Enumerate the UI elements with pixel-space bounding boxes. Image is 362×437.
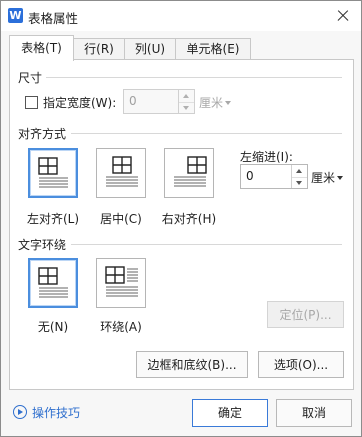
chevron-up-icon xyxy=(296,169,302,173)
borders-and-shading-button[interactable]: 边框和底纹(B)... xyxy=(136,351,248,378)
specify-width-label: 指定宽度(W): xyxy=(43,96,117,110)
table-align-left-icon xyxy=(38,157,68,188)
chevron-down-icon xyxy=(183,106,189,110)
wrap-none-label: 无(N) xyxy=(37,320,69,334)
dialog-title: 表格属性 xyxy=(28,11,79,26)
caret-down-icon xyxy=(225,101,232,105)
section-size-label: 尺寸 xyxy=(18,71,43,85)
chevron-down-icon xyxy=(296,181,302,185)
wrap-around-option[interactable] xyxy=(96,258,146,308)
play-circle-icon xyxy=(13,405,27,419)
table-align-center-icon xyxy=(106,156,138,187)
align-center-option[interactable] xyxy=(96,148,146,198)
divider xyxy=(71,244,342,245)
section-wrapping-label: 文字环绕 xyxy=(18,238,67,252)
align-right-label: 右对齐(H) xyxy=(161,212,217,226)
caret-down-icon xyxy=(337,176,344,180)
position-button[interactable]: 定位(P)... xyxy=(267,301,344,328)
align-left-label: 左对齐(L) xyxy=(26,212,80,226)
divider xyxy=(46,77,342,78)
tab-column[interactable]: 列(U) xyxy=(124,38,176,60)
left-indent-unit-label: 厘米 xyxy=(311,171,336,185)
left-indent-unit-dropdown[interactable]: 厘米 xyxy=(311,169,344,186)
left-indent-spinbox[interactable]: 0 xyxy=(240,164,308,189)
width-spinbox[interactable]: 0 xyxy=(123,89,195,114)
cancel-button[interactable]: 取消 xyxy=(276,399,352,427)
chevron-up-icon xyxy=(183,94,189,98)
close-icon[interactable] xyxy=(332,5,354,27)
wrap-none-icon xyxy=(38,267,68,298)
wps-writer-icon: W xyxy=(8,8,23,23)
width-unit-dropdown[interactable]: 厘米 xyxy=(199,94,232,111)
align-right-option[interactable] xyxy=(164,148,214,198)
width-value: 0 xyxy=(129,94,137,108)
left-indent-value: 0 xyxy=(246,169,254,183)
width-unit-label: 厘米 xyxy=(199,96,224,110)
tab-cell[interactable]: 单元格(E) xyxy=(175,38,251,60)
ok-button[interactable]: 确定 xyxy=(192,399,268,427)
align-left-option[interactable] xyxy=(28,148,78,198)
table-properties-dialog: W 表格属性 表格(T) 行(R) 列(U) 单元格(E) 尺寸 指定宽度(W)… xyxy=(0,0,362,437)
spin-down-button[interactable] xyxy=(179,102,194,114)
wrap-around-label: 环绕(A) xyxy=(100,320,142,334)
tab-table[interactable]: 表格(T) xyxy=(9,35,74,61)
left-indent-label: 左缩进(I): xyxy=(240,150,293,164)
divider xyxy=(71,133,342,134)
spin-down-button[interactable] xyxy=(292,177,307,189)
specify-width-checkbox[interactable] xyxy=(25,96,38,109)
section-alignment-label: 对齐方式 xyxy=(18,127,67,141)
title-bar: W 表格属性 xyxy=(1,1,361,31)
table-options-button[interactable]: 选项(O)... xyxy=(258,351,344,378)
table-align-right-icon xyxy=(174,156,207,187)
tab-row[interactable]: 行(R) xyxy=(73,38,125,60)
wrap-none-option[interactable] xyxy=(28,258,78,308)
wrap-around-icon xyxy=(105,266,138,297)
align-center-label: 居中(C) xyxy=(100,212,142,226)
help-tips-link[interactable]: 操作技巧 xyxy=(13,404,80,421)
help-tips-label: 操作技巧 xyxy=(32,406,81,420)
